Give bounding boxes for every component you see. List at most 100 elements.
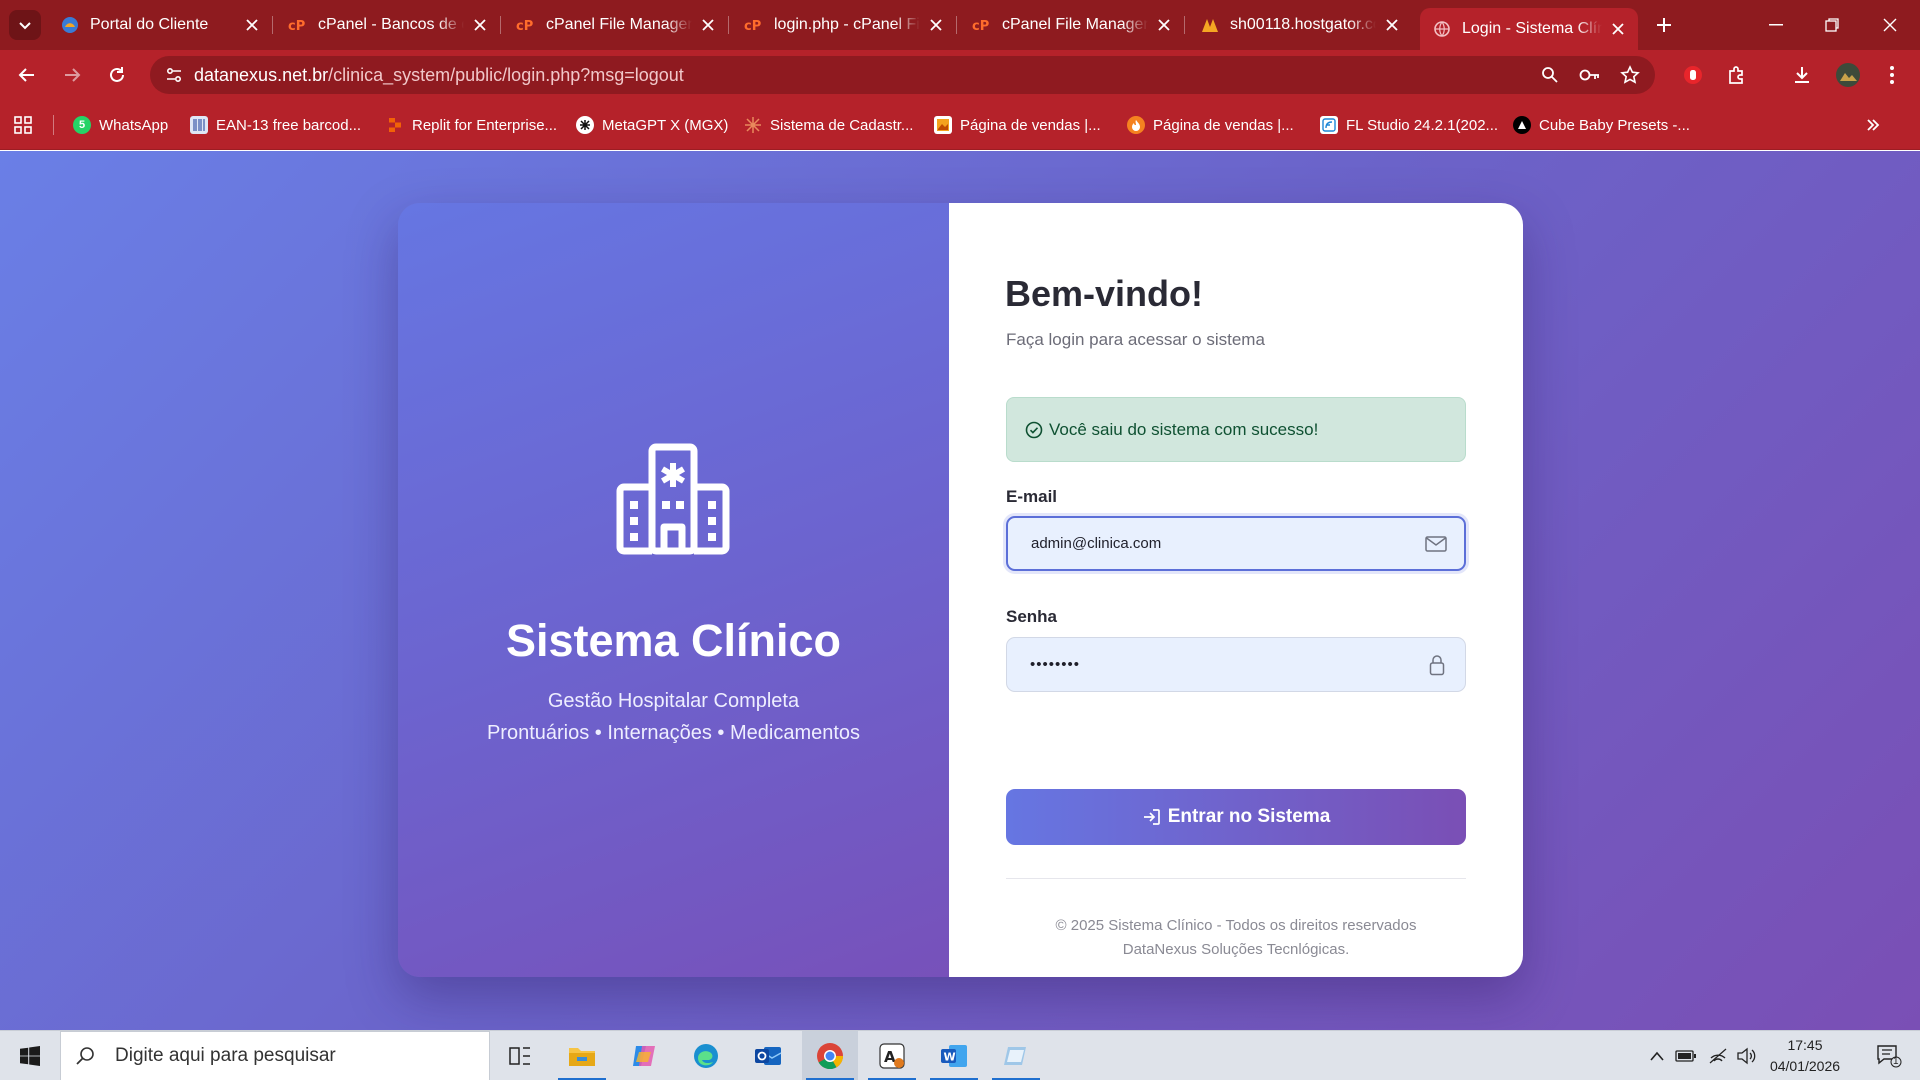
hospital-icon <box>616 443 730 555</box>
replit-icon <box>386 116 404 134</box>
password-field[interactable]: •••••••• <box>1006 637 1466 692</box>
password-value: •••••••• <box>1030 656 1081 673</box>
arrow-left-icon <box>18 68 34 82</box>
hotmart-icon <box>1127 116 1145 134</box>
tab-cpanel-bancos[interactable]: cP cPanel - Bancos de dados <box>276 8 501 42</box>
password-key-icon[interactable] <box>1575 60 1605 90</box>
taskbar-chrome[interactable] <box>802 1031 858 1080</box>
tray-volume[interactable] <box>1734 1031 1758 1080</box>
tab-title: Portal do Cliente <box>90 16 209 33</box>
metagpt-icon <box>576 116 594 134</box>
taskbar-edge[interactable] <box>678 1031 734 1080</box>
bookmark-whatsapp[interactable]: 5 WhatsApp <box>73 113 168 137</box>
taskbar-app-a[interactable]: A <box>864 1031 920 1080</box>
new-tab-button[interactable] <box>1652 13 1676 37</box>
url-text: datanexus.net.br/clinica_system/public/l… <box>194 65 684 86</box>
tab-search-button[interactable] <box>9 10 41 40</box>
hand-stop-icon <box>1684 66 1702 84</box>
bookmark-sistema-cadastro[interactable]: Sistema de Cadastr... <box>744 113 913 137</box>
welcome-title: Bem-vindo! <box>1005 273 1203 314</box>
svg-text:W: W <box>944 1051 956 1064</box>
tray-overflow-button[interactable] <box>1644 1031 1670 1080</box>
close-window-button[interactable] <box>1862 0 1918 50</box>
page-viewport: Sistema Clínico Gestão Hospitalar Comple… <box>0 151 1920 1030</box>
tab-login-php[interactable]: cP login.php - cPanel File <box>732 8 957 42</box>
cpanel-icon: cP <box>972 15 992 35</box>
restore-button[interactable] <box>1804 0 1860 50</box>
bookmark-ean13[interactable]: EAN-13 free barcod... <box>190 113 361 137</box>
cpanel-icon: cP <box>288 15 308 35</box>
taskbar-outlook[interactable] <box>740 1031 796 1080</box>
alert-text: Você saiu do sistema com sucesso! <box>1049 419 1319 439</box>
extension-button[interactable] <box>1677 59 1709 91</box>
address-bar[interactable]: datanexus.net.br/clinica_system/public/l… <box>150 56 1655 94</box>
more-bookmarks-button[interactable] <box>1866 113 1880 137</box>
start-button[interactable] <box>0 1031 60 1080</box>
brand-title: Sistema Clínico <box>505 615 842 666</box>
close-icon[interactable] <box>1154 15 1174 35</box>
extensions-menu-button[interactable] <box>1720 59 1752 91</box>
bookmark-pagina-vendas-1[interactable]: Página de vendas |... <box>934 113 1101 137</box>
bookmark-replit[interactable]: Replit for Enterprise... <box>386 113 557 137</box>
back-button[interactable] <box>11 59 43 91</box>
image-page-icon <box>934 116 952 134</box>
triangle-logo-icon <box>1513 116 1531 134</box>
tab-login-sistema-clinico[interactable]: Login - Sistema Clínico <box>1420 8 1638 50</box>
taskbar-notes[interactable] <box>988 1031 1044 1080</box>
minimize-button[interactable] <box>1748 0 1804 50</box>
company-text: DataNexus Soluções Tecnlógicas. <box>1122 941 1350 958</box>
apps-button[interactable] <box>14 113 32 137</box>
task-view-button[interactable] <box>492 1031 548 1080</box>
forward-button[interactable] <box>56 59 88 91</box>
close-icon[interactable] <box>1608 19 1628 39</box>
chevron-up-icon <box>1650 1051 1664 1061</box>
tray-wifi[interactable] <box>1704 1031 1732 1080</box>
tab-title: Login - Sistema Clínico <box>1462 20 1602 37</box>
taskbar-file-explorer[interactable] <box>554 1031 610 1080</box>
tray-battery[interactable] <box>1672 1031 1700 1080</box>
bookmark-pagina-vendas-2[interactable]: Página de vendas |... <box>1127 113 1294 137</box>
close-icon[interactable] <box>470 15 490 35</box>
tab-cpanel-file-manager-2[interactable]: cP cPanel File Manager v3 <box>960 8 1185 42</box>
close-icon[interactable] <box>926 15 946 35</box>
chrome-icon <box>817 1043 844 1070</box>
reload-button[interactable] <box>101 59 133 91</box>
taskbar-search[interactable]: Digite aqui para pesquisar <box>60 1031 490 1080</box>
whatsapp-icon: 5 <box>73 116 91 134</box>
close-icon <box>1883 18 1897 32</box>
downloads-button[interactable] <box>1786 59 1818 91</box>
taskbar-copilot[interactable] <box>616 1031 672 1080</box>
tab-portal-cliente[interactable]: Portal do Cliente <box>48 8 273 42</box>
bookmark-label: Cube Baby Presets -... <box>1539 116 1690 134</box>
clock-date: 04/01/2026 <box>1769 1058 1841 1074</box>
taskbar-word[interactable]: W <box>926 1031 982 1080</box>
bookmark-fl-studio[interactable]: FL Studio 24.2.1(202... <box>1320 113 1498 137</box>
notification-center-button[interactable]: 1 <box>1864 1031 1914 1080</box>
bookmark-metagpt[interactable]: MetaGPT X (MGX) <box>576 113 728 137</box>
browser-menu-button[interactable] <box>1876 59 1908 91</box>
close-icon[interactable] <box>698 15 718 35</box>
download-icon <box>1795 67 1809 83</box>
search-icon <box>75 1044 99 1068</box>
globe-icon <box>1432 19 1452 39</box>
login-submit-button[interactable]: Entrar no Sistema <box>1006 789 1466 845</box>
email-field[interactable]: admin@clinica.com <box>1006 516 1466 571</box>
password-label: Senha <box>1006 607 1058 626</box>
zoom-icon[interactable] <box>1535 60 1565 90</box>
close-icon[interactable] <box>1382 15 1402 35</box>
app-a-icon: A <box>879 1043 905 1069</box>
site-info-icon[interactable] <box>154 66 194 84</box>
tab-hostgator-server[interactable]: sh00118.hostgator.com <box>1188 8 1412 42</box>
tab-title: cPanel File Manager v3 <box>546 16 692 33</box>
clock-time: 17:45 <box>1787 1037 1823 1053</box>
bookmark-cube-baby[interactable]: Cube Baby Presets -... <box>1513 113 1690 137</box>
profile-avatar[interactable] <box>1832 59 1864 91</box>
puzzle-icon <box>1729 66 1743 84</box>
welcome-subtitle: Faça login para acessar o sistema <box>1006 330 1265 349</box>
close-icon[interactable] <box>242 15 262 35</box>
bookmark-star-icon[interactable] <box>1615 60 1645 90</box>
taskbar-clock[interactable]: 17:45 04/01/2026 <box>1757 1035 1853 1077</box>
tab-cpanel-file-manager-1[interactable]: cP cPanel File Manager v3 <box>504 8 729 42</box>
bookmark-label: MetaGPT X (MGX) <box>602 116 729 134</box>
bookmark-label: WhatsApp <box>99 116 169 134</box>
